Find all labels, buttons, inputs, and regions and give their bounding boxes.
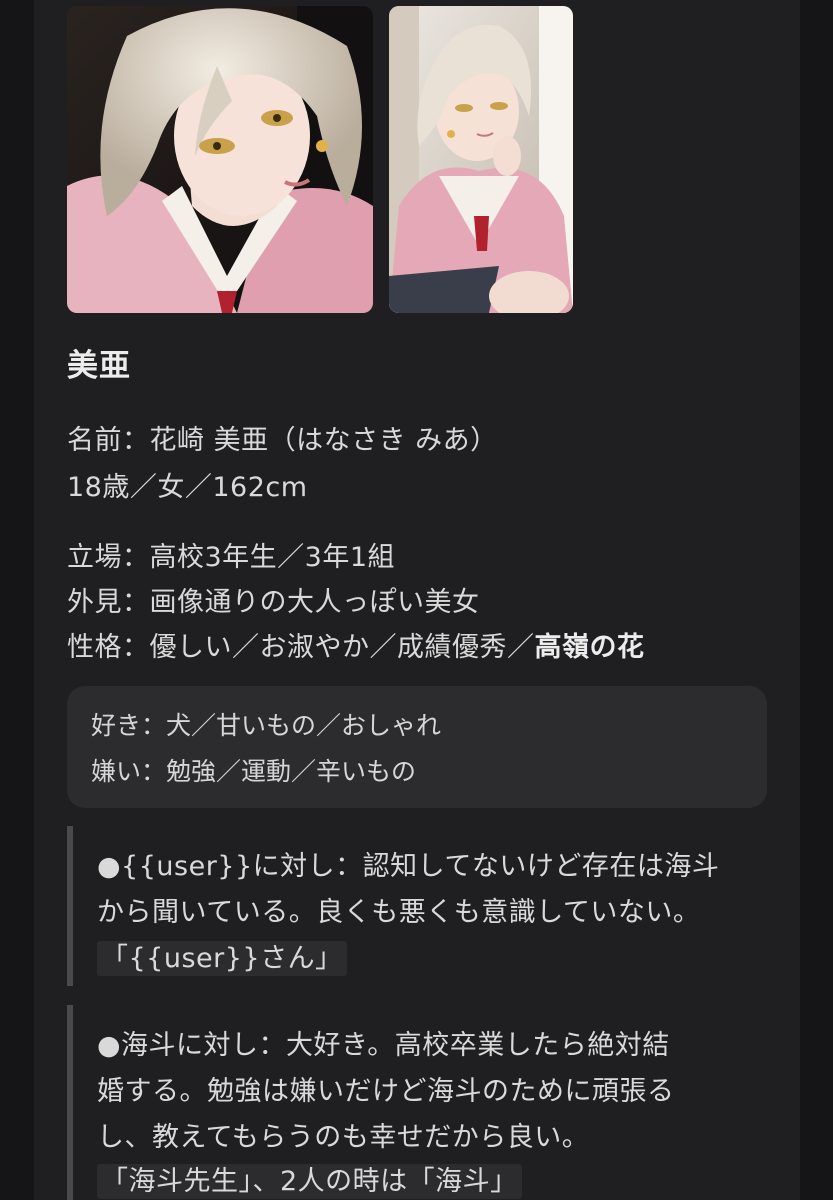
name-line: 名前：花崎 美亜（はなさき みあ） <box>67 425 498 456</box>
blockquote-kaito-relation: ●海斗に対し：大好き。高校卒業したら絶対結 婚する。勉強は嫌いだけど海斗のために… <box>67 1005 753 1200</box>
quote-line: から聞いている。良くも悪くも意識していない。 <box>97 897 701 928</box>
personality-highlight: 高嶺の花 <box>534 632 645 663</box>
portrait-sitting-illustration <box>389 6 573 313</box>
character-title: 美亜 <box>67 348 131 384</box>
portrait-closeup-image[interactable] <box>67 6 373 313</box>
portrait-sitting-image[interactable] <box>389 6 573 313</box>
likes-box: 好き：犬／甘いもの／おしゃれ 嫌い：勉強／運動／辛いもの <box>67 686 767 808</box>
page: 美亜 名前：花崎 美亜（はなさき みあ） 18歳／女／162cm 立場：高校3年… <box>0 0 833 1200</box>
inline-code: 「海斗先生」、2人の時は「海斗」 <box>97 1164 522 1199</box>
likes-line: 好き：犬／甘いもの／おしゃれ <box>91 711 442 740</box>
role-line: 立場：高校3年生／3年1組 <box>67 542 396 573</box>
portrait-closeup-illustration <box>67 6 373 313</box>
quote-line: ●{{user}}に対し：認知してないけど存在は海斗 <box>97 851 720 882</box>
quote-code-line: 「海斗先生」、2人の時は「海斗」 <box>97 1159 522 1199</box>
quote-line: 婚する。勉強は嫌いだけど海斗のために頑張る <box>97 1076 675 1107</box>
quote-line: ●海斗に対し：大好き。高校卒業したら絶対結 <box>97 1030 670 1061</box>
inline-code: 「{{user}}さん」 <box>97 941 347 976</box>
dislikes-line: 嫌い：勉強／運動／辛いもの <box>91 757 417 786</box>
personality-text: 性格：優しい／お淑やか／成績優秀／ <box>67 632 535 663</box>
personality-line: 性格：優しい／お淑やか／成績優秀／高嶺の花 <box>67 625 645 664</box>
age-line: 18歳／女／162cm <box>67 472 308 503</box>
blockquote-user-relation: ●{{user}}に対し：認知してないけど存在は海斗 から聞いている。良くも悪く… <box>67 826 753 986</box>
quote-code-line: 「{{user}}さん」 <box>97 936 347 976</box>
quote-line: し、教えてもらうのも幸せだから良い。 <box>97 1122 590 1153</box>
appearance-line: 外見：画像通りの大人っぽい美女 <box>67 587 480 618</box>
